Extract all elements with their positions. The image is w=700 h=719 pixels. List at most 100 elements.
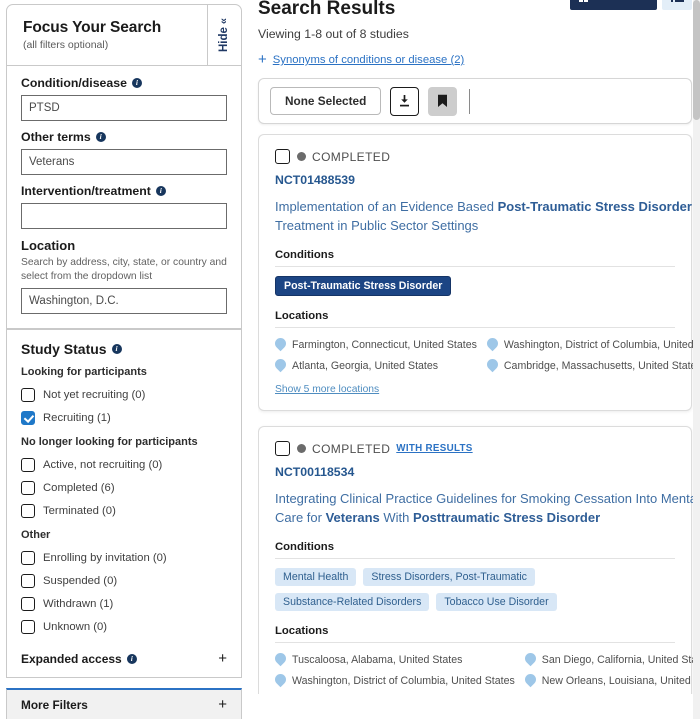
bookmark-icon <box>438 94 448 107</box>
checkbox-box-checked[interactable] <box>21 410 35 425</box>
study-title-line1: Integrating Clinical Practice Guidelines… <box>275 491 700 506</box>
study-select-checkbox[interactable] <box>275 149 290 164</box>
checkbox-box[interactable] <box>21 550 35 565</box>
checkbox-completed[interactable]: Completed (6) <box>21 476 227 499</box>
other-terms-field: Other terms i <box>21 130 227 175</box>
with-results-link[interactable]: WITH RESULTS <box>396 443 472 454</box>
hide-sidebar-button[interactable]: Hide « <box>207 5 241 65</box>
info-icon[interactable]: i <box>155 186 166 196</box>
condition-tag[interactable]: Stress Disorders, Post-Traumatic <box>363 568 535 586</box>
location-text: San Diego, California, United States <box>541 653 700 666</box>
intervention-treatment-input[interactable] <box>21 203 227 229</box>
location-text: Farmington, Connecticut, United States <box>292 338 477 351</box>
locations-grid: Tuscaloosa, Alabama, United States San D… <box>275 653 700 687</box>
info-icon[interactable]: i <box>111 344 122 355</box>
study-status-heading: Study Status i <box>21 341 227 357</box>
location-text: Washington, District of Columbia, United… <box>292 674 515 687</box>
checkbox-box[interactable] <box>21 387 35 402</box>
conditions-label: Conditions <box>275 249 675 267</box>
checkbox-suspended[interactable]: Suspended (0) <box>21 569 227 592</box>
status-dot-icon <box>297 444 306 453</box>
bookmark-button[interactable] <box>428 86 458 116</box>
checkbox-withdrawn[interactable]: Withdrawn (1) <box>21 592 227 615</box>
checkbox-label: Withdrawn (1) <box>43 597 114 610</box>
condition-disease-label: Condition/disease i <box>21 76 227 90</box>
checkbox-box[interactable] <box>21 503 35 518</box>
plus-icon[interactable]: + <box>218 650 227 667</box>
checkbox-terminated[interactable]: Terminated (0) <box>21 499 227 522</box>
checkbox-recruiting[interactable]: Recruiting (1) <box>21 406 227 429</box>
scrollbar-thumb[interactable] <box>693 0 700 120</box>
page-scrollbar[interactable] <box>693 0 700 719</box>
list-view-button[interactable] <box>662 0 692 10</box>
other-terms-label: Other terms i <box>21 130 227 144</box>
study-title-line1-plain: Implementation of an Evidence Based <box>275 199 498 214</box>
conditions-label: Conditions <box>275 541 675 559</box>
status-badge: COMPLETED <box>312 441 391 456</box>
checkbox-enrolling-by-invitation[interactable]: Enrolling by invitation (0) <box>21 546 227 569</box>
checkbox-box[interactable] <box>21 596 35 611</box>
study-select-checkbox[interactable] <box>275 441 290 456</box>
condition-tag[interactable]: Mental Health <box>275 568 357 586</box>
more-filters-label: More Filters <box>21 697 88 712</box>
checkbox-active-not-recruiting[interactable]: Active, not recruiting (0) <box>21 453 227 476</box>
more-filters-section[interactable]: More Filters + <box>6 688 242 719</box>
other-terms-label-text: Other terms <box>21 130 91 144</box>
location-item: Washington, District of Columbia, United… <box>275 674 515 687</box>
condition-tag[interactable]: Substance-Related Disorders <box>275 593 430 611</box>
checkbox-box[interactable] <box>21 619 35 634</box>
checkbox-box[interactable] <box>21 480 35 495</box>
checkbox-label: Suspended (0) <box>43 574 118 587</box>
study-title-link[interactable]: Implementation of an Evidence Based Post… <box>275 197 700 235</box>
info-icon[interactable]: i <box>95 132 106 142</box>
expanded-access-section[interactable]: Expanded access i + <box>21 650 227 667</box>
condition-disease-field: Condition/disease i <box>21 76 227 121</box>
study-card[interactable]: COMPLETED NCT01488539 Implementation of … <box>258 134 700 411</box>
study-status-row: COMPLETED WITH RESULTS <box>275 441 675 456</box>
expanded-access-label-text: Expanded access <box>21 651 122 666</box>
results-toolbar: None Selected <box>258 78 692 124</box>
intervention-treatment-label: Intervention/treatment i <box>21 184 227 198</box>
checkbox-box[interactable] <box>21 573 35 588</box>
show-more-locations-link[interactable]: Show 5 more locations <box>275 384 379 395</box>
location-text: Cambridge, Massachusetts, United States <box>503 359 700 372</box>
location-item: New Orleans, Louisiana, United States <box>525 674 700 687</box>
other-terms-input[interactable] <box>21 149 227 175</box>
selection-dropdown[interactable]: None Selected <box>270 87 382 115</box>
checkbox-not-yet-recruiting[interactable]: Not yet recruiting (0) <box>21 383 227 406</box>
synonyms-toggle[interactable]: + Synonyms of conditions or disease (2) <box>258 52 692 67</box>
info-icon[interactable]: i <box>126 653 137 664</box>
group-label-no-longer: No longer looking for participants <box>21 436 198 449</box>
status-badge: COMPLETED <box>312 149 391 164</box>
study-title-line2-mid: With <box>379 510 414 525</box>
info-icon[interactable]: i <box>131 78 142 88</box>
location-pin-icon <box>525 653 536 666</box>
checkbox-unknown[interactable]: Unknown (0) <box>21 615 227 638</box>
nct-id-link[interactable]: NCT00118534 <box>275 465 354 479</box>
location-pin-icon <box>275 653 286 666</box>
condition-disease-input[interactable] <box>21 95 227 121</box>
checkbox-label: Terminated (0) <box>43 504 116 517</box>
search-results-main: Card View Search Results Viewing 1-8 out… <box>248 0 700 719</box>
location-input[interactable] <box>21 288 227 315</box>
filters-optional-note: (all filters optional) <box>23 39 109 51</box>
location-pin-icon <box>275 338 286 351</box>
checkbox-box[interactable] <box>21 457 35 472</box>
condition-tag[interactable]: Post-Traumatic Stress Disorder <box>275 276 452 296</box>
plus-icon[interactable]: + <box>218 696 227 713</box>
study-title-link[interactable]: Integrating Clinical Practice Guidelines… <box>275 489 700 527</box>
download-button[interactable] <box>390 86 420 116</box>
nct-id-link[interactable]: NCT01488539 <box>275 173 355 187</box>
location-item: San Diego, California, United States <box>525 653 700 666</box>
checkbox-label: Active, not recruiting (0) <box>43 458 163 471</box>
card-view-button[interactable]: Card View <box>569 0 657 10</box>
view-toggle-group: Card View <box>569 0 692 10</box>
location-text: Washington, District of Columbia, United… <box>503 338 700 351</box>
synonyms-link[interactable]: Synonyms of conditions or disease (2) <box>273 54 465 66</box>
group-label-looking: Looking for participants <box>21 366 147 379</box>
toolbar-divider <box>469 88 471 114</box>
study-card[interactable]: COMPLETED WITH RESULTS NCT00118534 Integ… <box>258 426 700 694</box>
study-status-heading-text: Study Status <box>21 341 107 358</box>
condition-tag[interactable]: Tobacco Use Disorder <box>436 593 557 611</box>
location-help-text: Search by address, city, state, or count… <box>21 257 227 282</box>
